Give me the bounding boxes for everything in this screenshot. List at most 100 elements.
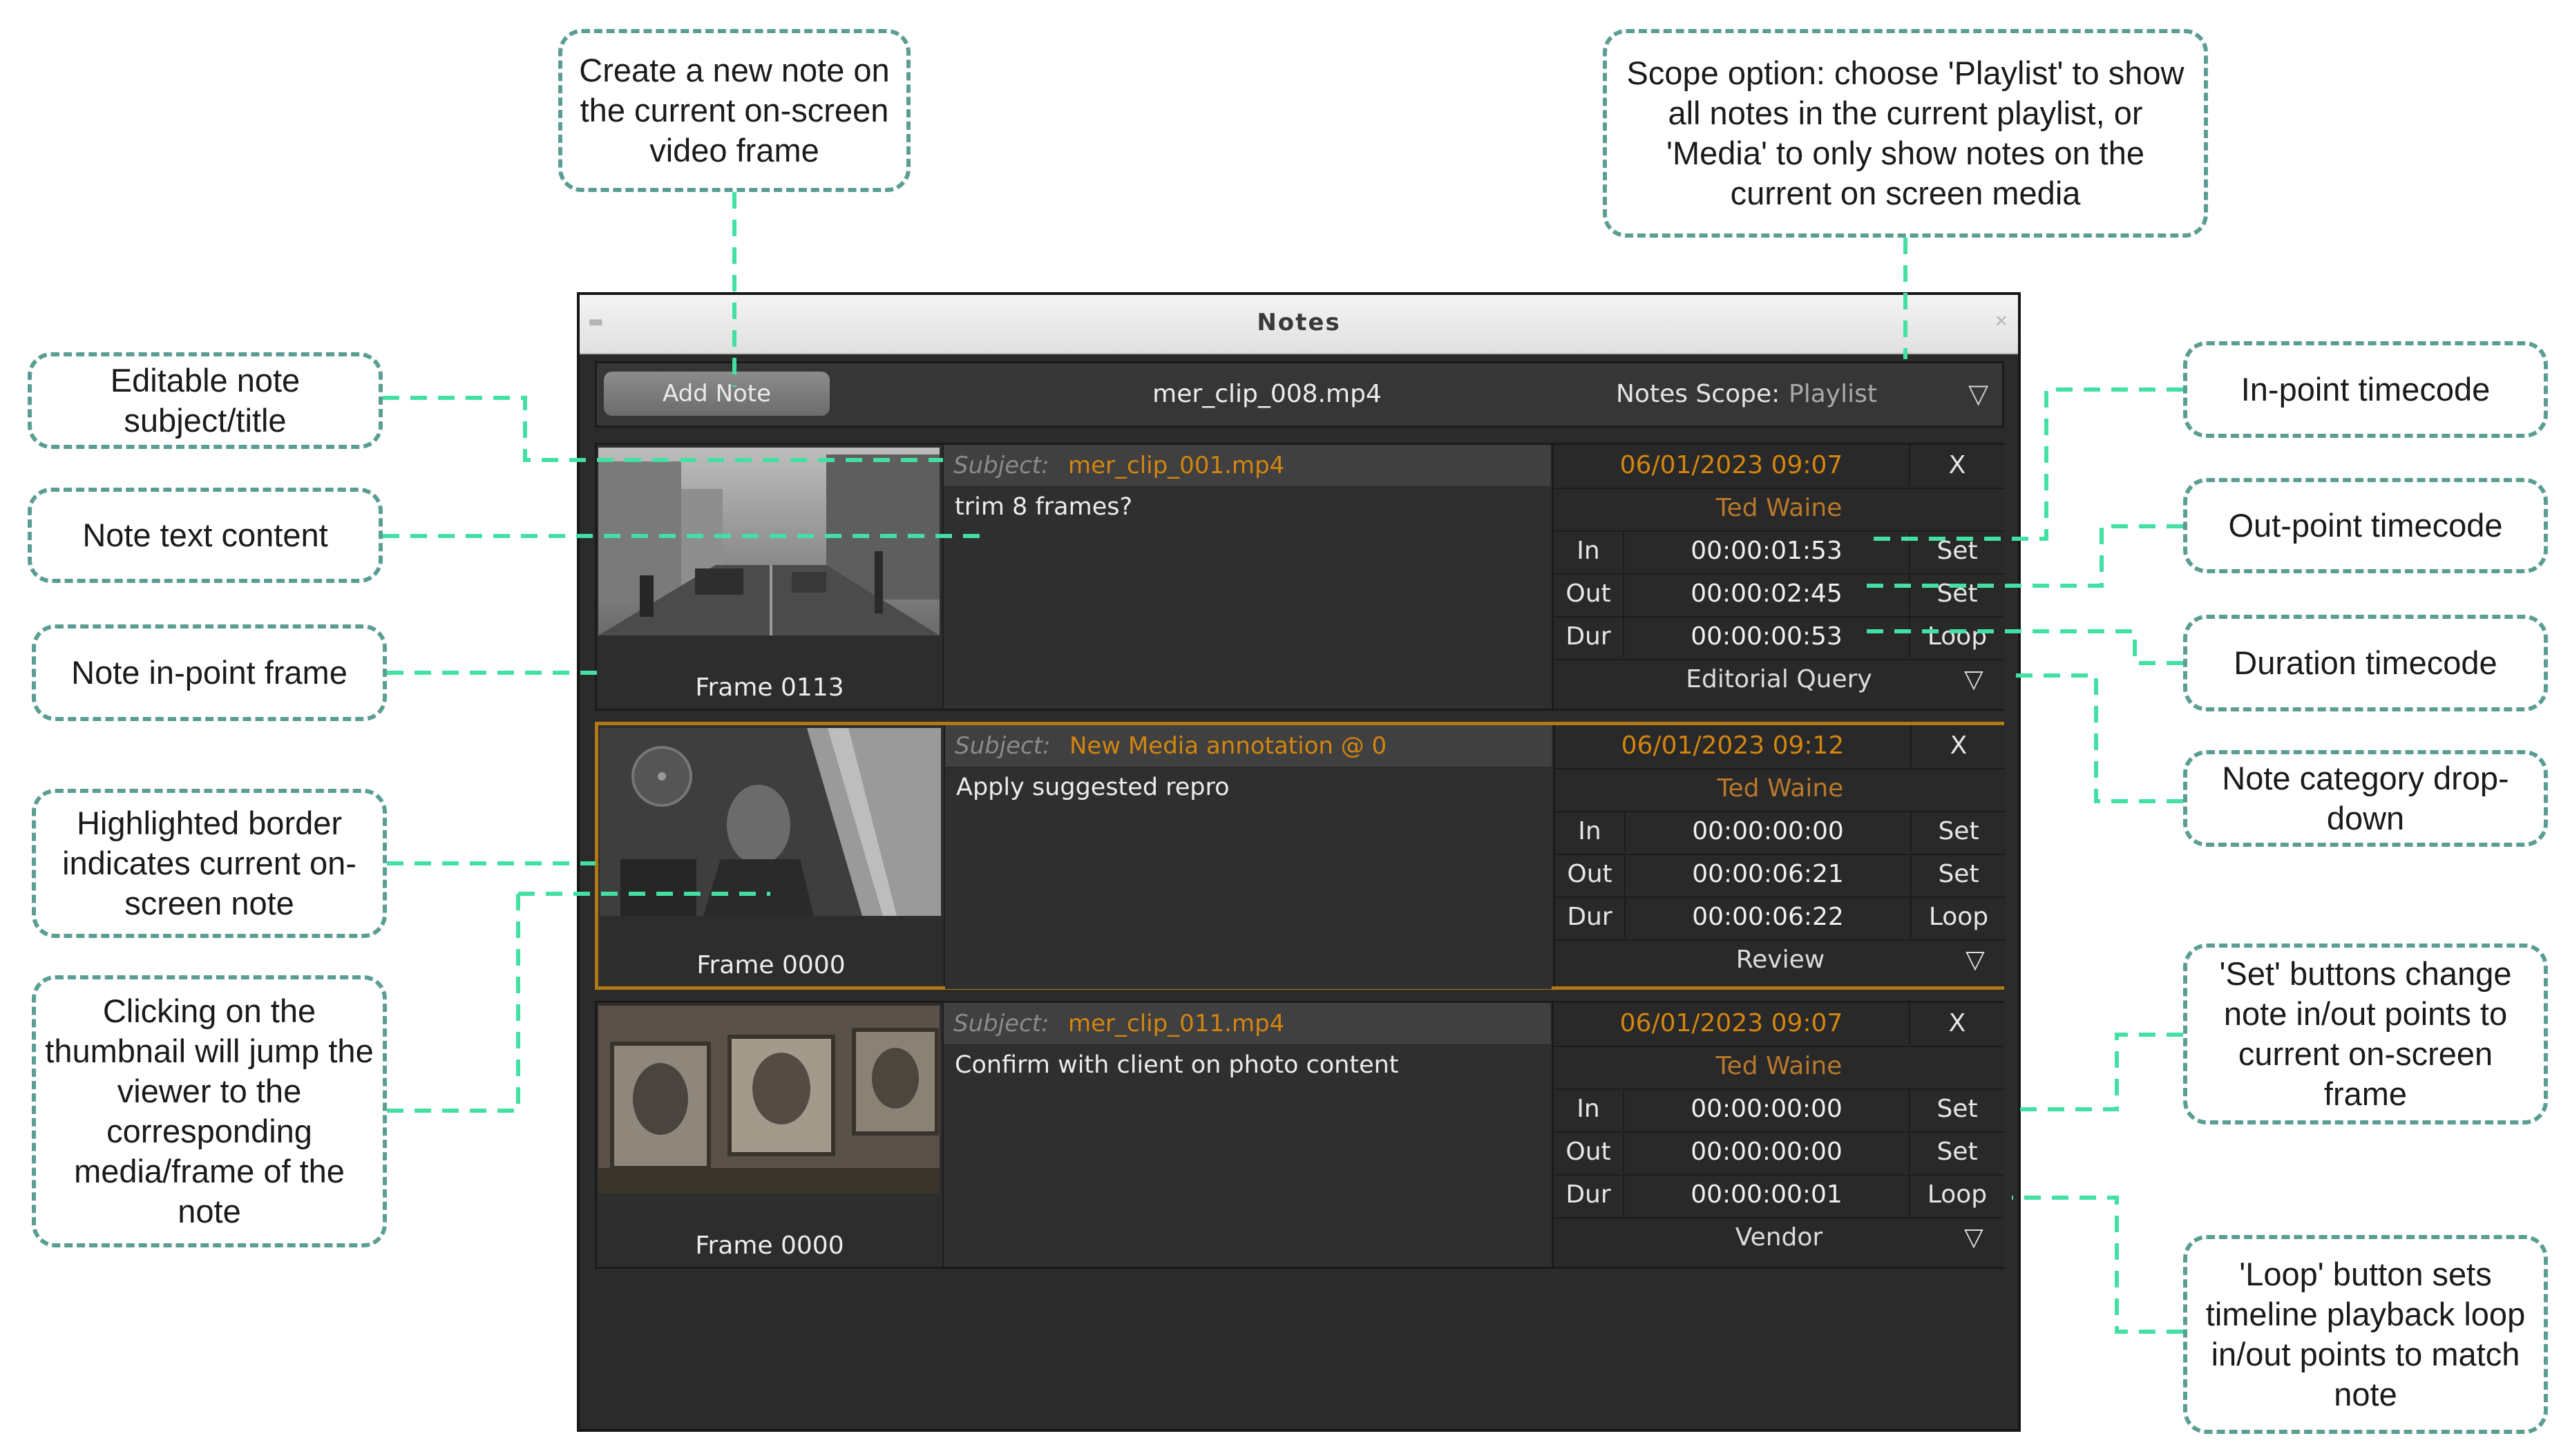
set-out-button[interactable]: Set: [1910, 573, 2004, 615]
note-card: Frame 0113 Subject: mer_clip_001.mp4 tri…: [595, 443, 2004, 711]
in-label: In: [1577, 537, 1600, 565]
category-dropdown[interactable]: Vendor ▽: [1554, 1217, 2004, 1260]
chevron-down-icon[interactable]: ▽: [1953, 1217, 1995, 1258]
connector-thumbnail: [387, 894, 520, 1113]
note-thumbnail-area[interactable]: Frame 0000: [598, 725, 945, 986]
duration-timecode: 00:00:00:53: [1691, 622, 1843, 651]
set-out-button[interactable]: Set: [1910, 1131, 2004, 1173]
note-subject-field[interactable]: Subject: mer_clip_011.mp4: [944, 1003, 1550, 1046]
callout-out-timecode: Out-point timecode: [2183, 478, 2548, 573]
callout-set-buttons: 'Set' buttons change note in/out points …: [2183, 943, 2548, 1124]
callout-loop-button: 'Loop' button sets timeline playback loo…: [2183, 1235, 2548, 1434]
note-thumbnail[interactable]: [598, 448, 940, 635]
callout-category: Note category drop- down: [2183, 750, 2548, 847]
note-subject[interactable]: mer_clip_001.mp4: [1068, 452, 1284, 479]
callout-notes-scope: Scope option: choose 'Playlist' to show …: [1603, 29, 2208, 238]
subject-prefix: Subject:: [955, 732, 1051, 760]
note-card-current: Frame 0000 Subject: New Media annotation…: [595, 722, 2006, 990]
note-text[interactable]: Apply suggested repro: [956, 774, 1230, 801]
category-dropdown[interactable]: Review ▽: [1555, 939, 2006, 982]
out-label: Out: [1567, 860, 1612, 888]
add-note-button[interactable]: Add Note: [604, 372, 830, 416]
duration-timecode: 00:00:06:22: [1692, 903, 1844, 931]
set-in-button[interactable]: Set: [1910, 1089, 2004, 1130]
out-label: Out: [1565, 579, 1611, 608]
note-category[interactable]: Vendor: [1554, 1217, 2004, 1258]
note-text-field[interactable]: Apply suggested repro: [945, 768, 1552, 989]
delete-note-button[interactable]: X: [1912, 725, 2006, 767]
note-thumbnail-area[interactable]: Frame 0113: [597, 445, 944, 709]
callout-thumbnail: Clicking on the thumbnail will jump the …: [32, 975, 387, 1247]
note-meta-panel: 06/01/2023 09:07 X Ted Waine In 00:00:00…: [1552, 1003, 2004, 1267]
note-thumbnail[interactable]: [598, 1006, 940, 1194]
chevron-down-icon[interactable]: ▽: [1954, 939, 1996, 981]
callout-in-timecode: In-point timecode: [2183, 341, 2548, 438]
set-out-button[interactable]: Set: [1912, 854, 2006, 895]
window-title: Notes: [1257, 309, 1341, 336]
note-author: Ted Waine: [1717, 774, 1844, 803]
connector-category: [2009, 673, 2183, 803]
note-author: Ted Waine: [1715, 1052, 1843, 1080]
window-titlebar[interactable]: ▬ Notes ✕: [580, 295, 2018, 354]
delete-note-button[interactable]: X: [1910, 445, 2004, 486]
in-timecode: 00:00:00:00: [1691, 1095, 1843, 1123]
loop-button[interactable]: Loop: [1910, 616, 2004, 658]
connector-set: [2012, 1033, 2183, 1111]
dur-label: Dur: [1565, 1180, 1611, 1209]
note-subject-field[interactable]: Subject: New Media annotation @ 0: [945, 725, 1552, 768]
notes-scope-select[interactable]: Playlist: [1789, 380, 1877, 408]
chevron-down-icon[interactable]: ▽: [1953, 659, 1995, 700]
callout-subject: Editable note subject/title: [28, 352, 383, 449]
delete-note-button[interactable]: X: [1910, 1003, 2004, 1044]
chevron-down-icon[interactable]: ▽: [1968, 379, 1988, 409]
note-category[interactable]: Editorial Query: [1554, 659, 2004, 700]
subject-prefix: Subject:: [953, 452, 1049, 479]
note-subject[interactable]: mer_clip_011.mp4: [1068, 1010, 1284, 1037]
callout-in-frame: Note in-point frame: [32, 624, 387, 721]
out-timecode: 00:00:02:45: [1691, 579, 1843, 608]
out-label: Out: [1565, 1138, 1611, 1166]
in-label: In: [1577, 1095, 1600, 1123]
out-timecode: 00:00:00:00: [1691, 1138, 1843, 1166]
note-subject[interactable]: New Media annotation @ 0: [1069, 732, 1387, 760]
notes-toolbar: Add Note mer_clip_008.mp4 Notes Scope: P…: [595, 361, 2004, 428]
note-text-field[interactable]: trim 8 frames?: [944, 488, 1550, 709]
note-text[interactable]: Confirm with client on photo content: [955, 1051, 1399, 1079]
note-subject-field[interactable]: Subject: mer_clip_001.mp4: [944, 445, 1550, 488]
callout-duration: Duration timecode: [2183, 615, 2548, 711]
in-timecode: 00:00:01:53: [1691, 537, 1843, 565]
note-frame-label: Frame 0000: [696, 951, 846, 979]
note-author: Ted Waine: [1715, 494, 1843, 522]
out-timecode: 00:00:06:21: [1692, 860, 1844, 888]
category-dropdown[interactable]: Editorial Query ▽: [1554, 659, 2004, 702]
callout-highlight: Highlighted border indicates current on-…: [32, 789, 387, 938]
duration-timecode: 00:00:00:01: [1691, 1180, 1843, 1209]
note-date: 06/01/2023 09:07: [1619, 451, 1843, 479]
in-label: In: [1578, 817, 1601, 845]
notes-window: ▬ Notes ✕ Add Note mer_clip_008.mp4 Note…: [577, 292, 2021, 1432]
window-close-icon[interactable]: ✕: [1995, 312, 2008, 331]
set-in-button[interactable]: Set: [1912, 811, 2006, 852]
dur-label: Dur: [1565, 622, 1611, 651]
in-timecode: 00:00:00:00: [1692, 817, 1844, 845]
note-category[interactable]: Review: [1555, 939, 2006, 981]
callout-text-content: Note text content: [28, 488, 383, 583]
note-meta-panel: 06/01/2023 09:12 X Ted Waine In 00:00:00…: [1553, 725, 2006, 986]
dur-label: Dur: [1567, 903, 1612, 931]
loop-button[interactable]: Loop: [1910, 1174, 2004, 1216]
note-thumbnail-area[interactable]: Frame 0000: [597, 1003, 944, 1267]
note-thumbnail[interactable]: [600, 728, 941, 916]
current-media-name: mer_clip_008.mp4: [1152, 380, 1382, 408]
note-meta-panel: 06/01/2023 09:07 X Ted Waine In 00:00:01…: [1552, 445, 2004, 709]
note-date: 06/01/2023 09:12: [1621, 731, 1845, 760]
note-text[interactable]: trim 8 frames?: [955, 493, 1132, 521]
set-in-button[interactable]: Set: [1910, 530, 2004, 572]
subject-prefix: Subject:: [953, 1010, 1049, 1037]
note-card: Frame 0000 Subject: mer_clip_011.mp4 Con…: [595, 1001, 2004, 1269]
loop-button[interactable]: Loop: [1912, 897, 2006, 938]
notes-scope-label: Notes Scope:: [1616, 380, 1780, 408]
connector-loop: [2012, 1196, 2183, 1334]
note-frame-label: Frame 0000: [695, 1232, 844, 1260]
note-text-field[interactable]: Confirm with client on photo content: [944, 1046, 1550, 1267]
note-date: 06/01/2023 09:07: [1619, 1009, 1843, 1037]
